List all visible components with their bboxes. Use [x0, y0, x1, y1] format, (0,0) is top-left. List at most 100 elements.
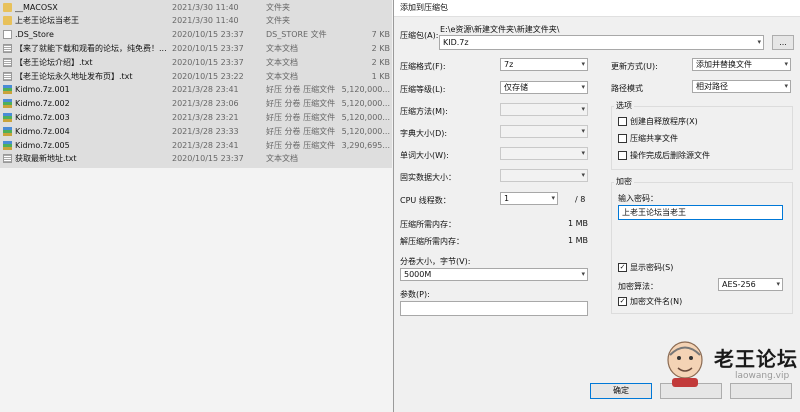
- sfx-checkbox[interactable]: [618, 117, 627, 126]
- file-name: 获取最新地址.txt: [15, 154, 77, 164]
- params-input[interactable]: [400, 301, 588, 316]
- password-label: 输入密码：: [618, 194, 658, 203]
- encrypt-names-label: 加密文件名(N): [630, 297, 683, 306]
- delete-source-checkbox[interactable]: [618, 151, 627, 160]
- file-size: 2 KB: [371, 57, 390, 67]
- watermark-avatar: [663, 338, 708, 388]
- watermark-title: 老王论坛: [714, 347, 798, 371]
- archive-name-value: KID.7z: [443, 38, 469, 47]
- file-size: 2 KB: [371, 43, 390, 53]
- file-row[interactable]: 上老王论坛当老王 2021/3/30 11:40 文件夹: [0, 14, 392, 27]
- archive-icon: [3, 99, 12, 109]
- file-row[interactable]: 【来了就能下载和观看的论坛，纯免费！... 2020/10/15 23:37 文本文…: [0, 42, 392, 55]
- file-row[interactable]: __MACOSX 2021/3/30 11:40 文件夹: [0, 1, 392, 14]
- update-value: 添加并替换文件: [696, 60, 752, 69]
- file-row[interactable]: Kidmo.7z.005 2021/3/28 23:41 好压 分卷 压缩文件 3,2…: [0, 139, 392, 152]
- file-type: 文件夹: [266, 16, 290, 26]
- format-label: 压缩格式(F):: [400, 62, 446, 71]
- shared-label: 压缩共享文件: [630, 134, 678, 143]
- format-select[interactable]: 7z ▾: [500, 58, 588, 71]
- file-type: 好压 分卷 压缩文件: [266, 126, 336, 136]
- archive-label: 压缩包(A):: [400, 31, 439, 40]
- level-value: 仅存储: [504, 83, 528, 92]
- file-name: 上老王论坛当老王: [15, 16, 79, 26]
- params-label: 参数(P):: [400, 290, 430, 299]
- volume-label: 分卷大小，字节(V):: [400, 257, 471, 266]
- sfx-label: 创建自释放程序(X): [630, 117, 698, 126]
- file-date: 2021/3/28 23:33: [172, 126, 239, 136]
- chevron-down-icon: ▾: [784, 82, 788, 90]
- chevron-down-icon: ▾: [581, 127, 585, 135]
- file-type: 好压 分卷 压缩文件: [266, 85, 336, 95]
- file-size: 7 KB: [371, 30, 390, 40]
- file-type: 文本文档: [266, 43, 298, 53]
- path-mode-select[interactable]: 相对路径 ▾: [692, 80, 791, 93]
- file-name: Kidmo.7z.002: [15, 99, 70, 109]
- file-size: 5,120,000...: [341, 126, 390, 136]
- file-date: 2021/3/28 23:41: [172, 140, 239, 150]
- file-type: 好压 分卷 压缩文件: [266, 140, 336, 150]
- file-row[interactable]: Kidmo.7z.001 2021/3/28 23:41 好压 分卷 压缩文件 5,1…: [0, 83, 392, 96]
- dict-select[interactable]: ▾: [500, 125, 588, 138]
- ok-button[interactable]: 确定: [590, 383, 652, 399]
- file-row[interactable]: 获取最新地址.txt 2020/10/15 23:37 文本文档: [0, 152, 392, 165]
- file-row[interactable]: Kidmo.7z.003 2021/3/28 23:21 好压 分卷 压缩文件 5,1…: [0, 111, 392, 124]
- word-label: 单词大小(W):: [400, 151, 449, 160]
- path-mode-value: 相对路径: [696, 82, 728, 91]
- cpu-value: 1: [504, 194, 510, 203]
- folder-icon: [3, 16, 12, 26]
- password-input[interactable]: 上老王论坛当老王: [618, 205, 783, 220]
- method-label: 压缩方法(M):: [400, 107, 448, 116]
- file-size: 5,120,000...: [341, 99, 390, 109]
- chevron-down-icon: ▾: [581, 83, 585, 91]
- shared-checkbox[interactable]: [618, 134, 627, 143]
- file-type: DS_STORE 文件: [266, 30, 327, 40]
- chevron-down-icon: ▾: [581, 270, 585, 278]
- file-row[interactable]: 【老王论坛永久地址发布页】.txt 2020/10/15 23:22 文本文档 1 K…: [0, 70, 392, 83]
- level-label: 压缩等级(L):: [400, 85, 446, 94]
- update-select[interactable]: 添加并替换文件 ▾: [692, 58, 791, 71]
- chevron-down-icon: ▾: [581, 171, 585, 179]
- file-name: Kidmo.7z.001: [15, 85, 70, 95]
- watermark-url: laowang.vip: [735, 371, 790, 381]
- file-type: 文件夹: [266, 2, 290, 12]
- file-date: 2020/10/15 23:37: [172, 57, 244, 67]
- show-password-checkbox[interactable]: ✓: [618, 263, 627, 272]
- file-row[interactable]: Kidmo.7z.002 2021/3/28 23:06 好压 分卷 压缩文件 5,1…: [0, 97, 392, 110]
- method-select[interactable]: ▾: [500, 103, 588, 116]
- archive-icon: [3, 140, 12, 150]
- solid-label: 固实数据大小：: [400, 173, 456, 182]
- cpu-total: / 8: [575, 195, 586, 204]
- file-list: __MACOSX 2021/3/30 11:40 文件夹 上老王论坛当老王 2021/3…: [0, 0, 392, 168]
- enc-method-select[interactable]: AES-256 ▾: [718, 278, 783, 291]
- file-name: __MACOSX: [15, 2, 58, 12]
- file-icon: [3, 30, 12, 40]
- file-size: 5,120,000...: [341, 85, 390, 95]
- chevron-down-icon: ▾: [551, 194, 555, 202]
- archive-name-combo[interactable]: KID.7z ▾: [439, 35, 764, 50]
- mem-decompress-label: 解压缩所需内存：: [400, 237, 464, 246]
- file-row[interactable]: Kidmo.7z.004 2021/3/28 23:33 好压 分卷 压缩文件 5,1…: [0, 125, 392, 138]
- folder-icon: [3, 2, 12, 12]
- mem-compress-value: 1 MB: [567, 219, 588, 228]
- cpu-select[interactable]: 1 ▾: [500, 192, 558, 205]
- encryption-title: 加密: [614, 176, 634, 187]
- browse-button[interactable]: ...: [772, 35, 794, 50]
- help-button[interactable]: [730, 383, 792, 399]
- file-name: 【老王论坛永久地址发布页】.txt: [15, 71, 133, 81]
- file-row[interactable]: 【老王论坛介绍】.txt 2020/10/15 23:37 文本文档 2 KB: [0, 56, 392, 69]
- encrypt-names-checkbox[interactable]: ✓: [618, 297, 627, 306]
- file-date: 2020/10/15 23:37: [172, 30, 244, 40]
- solid-select[interactable]: ▾: [500, 169, 588, 182]
- file-row[interactable]: .DS_Store 2020/10/15 23:37 DS_STORE 文件 7 KB: [0, 28, 392, 41]
- volume-combo[interactable]: 5000M ▾: [400, 268, 588, 281]
- path-mode-label: 路径模式: [611, 84, 643, 93]
- archive-icon: [3, 126, 12, 136]
- chevron-down-icon: ▾: [757, 38, 761, 46]
- text-file-icon: [3, 43, 12, 53]
- file-date: 2021/3/28 23:06: [172, 99, 239, 109]
- file-type: 文本文档: [266, 71, 298, 81]
- file-name: 【老王论坛介绍】.txt: [15, 57, 93, 67]
- level-select[interactable]: 仅存储 ▾: [500, 81, 588, 94]
- word-select[interactable]: ▾: [500, 147, 588, 160]
